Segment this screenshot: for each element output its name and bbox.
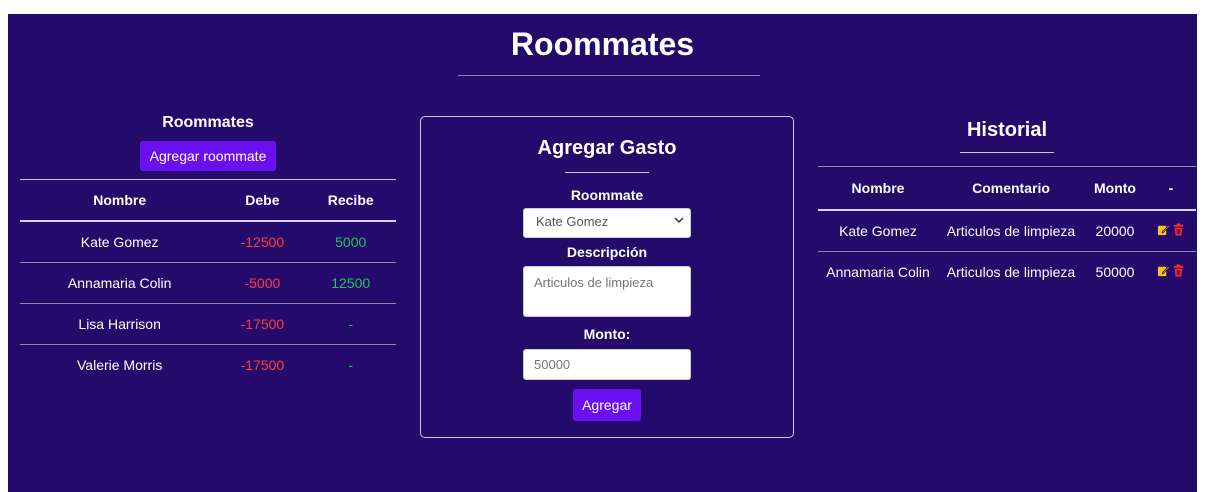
roommates-table: Nombre Debe Recibe Kate Gomez -12500 500…	[20, 179, 396, 385]
historial-monto: 50000	[1095, 264, 1135, 280]
historial-panel: Historial Nombre Comentario Monto - Kate…	[818, 114, 1196, 292]
roommate-name: Valerie Morris	[77, 357, 163, 373]
descripcion-label: Descripción	[566, 244, 648, 260]
card-divider	[565, 172, 649, 173]
trash-icon[interactable]	[1172, 223, 1185, 236]
monto-label: Monto:	[583, 326, 631, 342]
historial-comentario: Articulos de limpieza	[946, 264, 1076, 280]
historial-actions	[1146, 252, 1196, 293]
historial-actions	[1146, 210, 1196, 252]
table-row: Annamaria Colin -5000 12500	[20, 262, 396, 304]
table-row: Valerie Morris -17500 -	[20, 345, 396, 386]
historial-comentario: Articulos de limpieza	[938, 210, 1084, 252]
app-container: Roommates Roommates Agregar roommate Nom…	[8, 14, 1197, 492]
roommate-select-value: Kate Gomez	[536, 214, 609, 229]
edit-icon[interactable]	[1157, 223, 1170, 236]
roommate-debe: -5000	[219, 262, 306, 304]
roommate-debe: -17500	[219, 303, 306, 345]
roommate-debe: -17500	[240, 357, 285, 373]
add-expense-title: Agregar Gasto	[537, 137, 677, 159]
table-row: Lisa Harrison -17500 -	[20, 303, 396, 345]
roommate-select[interactable]: Kate Gomez	[523, 208, 691, 238]
column-header-actions: -	[1146, 166, 1196, 211]
roommate-label: Roommate	[570, 187, 644, 203]
agregar-button[interactable]: Agregar	[573, 389, 641, 421]
column-header-recibe: Recibe	[305, 179, 396, 222]
trash-icon[interactable]	[1172, 264, 1185, 277]
chevron-down-icon	[674, 215, 684, 228]
table-header-row: Nombre Comentario Monto -	[818, 166, 1196, 211]
column-header-monto: Monto	[1084, 166, 1146, 211]
roommate-debe: -12500	[219, 221, 306, 263]
roommate-recibe: -	[305, 303, 396, 345]
historial-name: Annamaria Colin	[826, 264, 930, 280]
historial-monto: 20000	[1084, 210, 1146, 252]
column-header-nombre: Nombre	[20, 179, 220, 222]
roommates-panel: Roommates Agregar roommate Nombre Debe R…	[20, 114, 396, 385]
descripcion-textarea[interactable]	[523, 266, 691, 317]
table-row: Kate Gomez -12500 5000	[20, 221, 396, 263]
monto-input[interactable]	[523, 349, 691, 380]
title-divider	[458, 75, 760, 76]
column-header-nombre: Nombre	[818, 166, 938, 211]
table-row: Annamaria Colin Articulos de limpieza 50…	[818, 252, 1196, 293]
historial-name: Kate Gomez	[818, 210, 938, 252]
roommate-recibe: 12500	[305, 262, 396, 304]
edit-icon[interactable]	[1157, 264, 1170, 277]
historial-table: Nombre Comentario Monto - Kate Gomez Art…	[818, 166, 1196, 292]
add-roommate-button[interactable]: Agregar roommate	[139, 141, 277, 171]
roommate-name: Annamaria Colin	[20, 262, 220, 304]
roommate-name: Kate Gomez	[20, 221, 220, 263]
column-header-debe: Debe	[219, 179, 306, 222]
historial-divider	[960, 152, 1054, 153]
roommate-recibe: 5000	[305, 221, 396, 263]
roommates-heading: Roommates	[162, 114, 254, 131]
table-header-row: Nombre Debe Recibe	[20, 179, 396, 222]
roommate-name: Lisa Harrison	[20, 303, 220, 345]
add-expense-card: Agregar Gasto Roommate Kate Gomez Descri…	[420, 116, 794, 438]
table-row: Kate Gomez Articulos de limpieza 20000	[818, 210, 1196, 252]
historial-title: Historial	[966, 119, 1048, 141]
column-header-comentario: Comentario	[938, 166, 1084, 211]
roommate-recibe: -	[348, 357, 354, 373]
page-title: Roommates	[510, 26, 695, 62]
